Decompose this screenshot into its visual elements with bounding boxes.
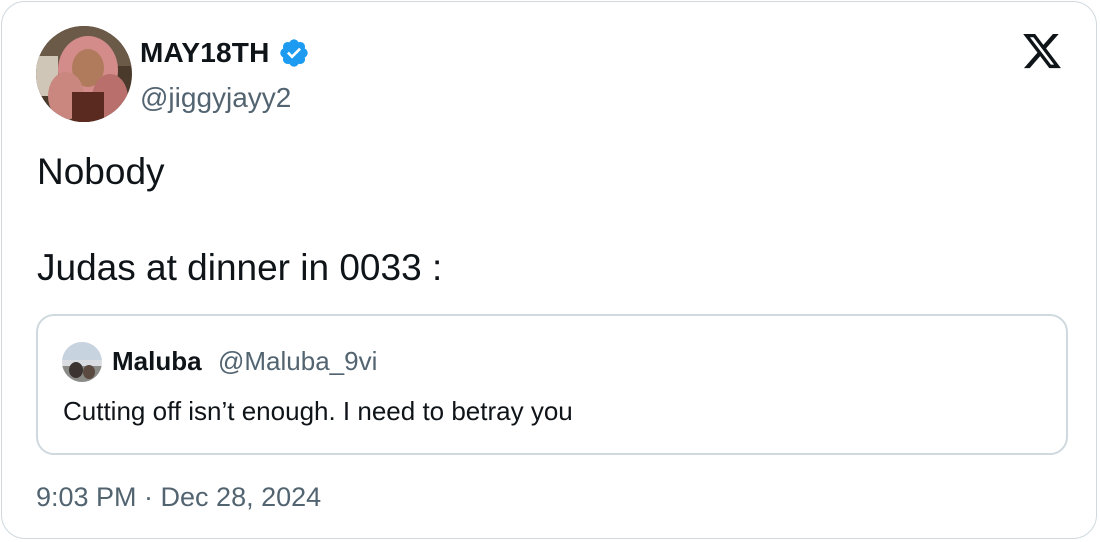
- author-handle[interactable]: @jiggyjayy2: [140, 82, 291, 114]
- author-avatar-image: [36, 26, 132, 122]
- x-logo-icon[interactable]: [1020, 30, 1064, 72]
- author-name-row: MAY18TH: [140, 35, 310, 71]
- quoted-tweet-text: Cutting off isn’t enough. I need to betr…: [63, 396, 573, 426]
- author-display-name[interactable]: MAY18TH: [140, 37, 270, 69]
- tweet-text-line: Nobody: [37, 151, 165, 192]
- tweet-card: MAY18TH @jiggyjayy2 Nobody Judas at dinn…: [1, 1, 1097, 539]
- author-avatar[interactable]: [36, 26, 132, 122]
- quoted-author-avatar: [62, 342, 102, 382]
- verified-badge-icon: [279, 39, 308, 67]
- quoted-author-display-name: Maluba: [112, 346, 202, 376]
- quoted-author-avatar-image: [62, 342, 102, 382]
- tweet-text-line: Judas at dinner in 0033 :: [37, 247, 443, 288]
- tweet-text: Nobody Judas at dinner in 0033 :: [37, 148, 1037, 292]
- quoted-tweet[interactable]: Maluba @Maluba_9vi Cutting off isn’t eno…: [36, 314, 1068, 455]
- tweet-timestamp[interactable]: 9:03 PM · Dec 28, 2024: [36, 482, 321, 513]
- quoted-author-handle: @Maluba_9vi: [218, 346, 378, 376]
